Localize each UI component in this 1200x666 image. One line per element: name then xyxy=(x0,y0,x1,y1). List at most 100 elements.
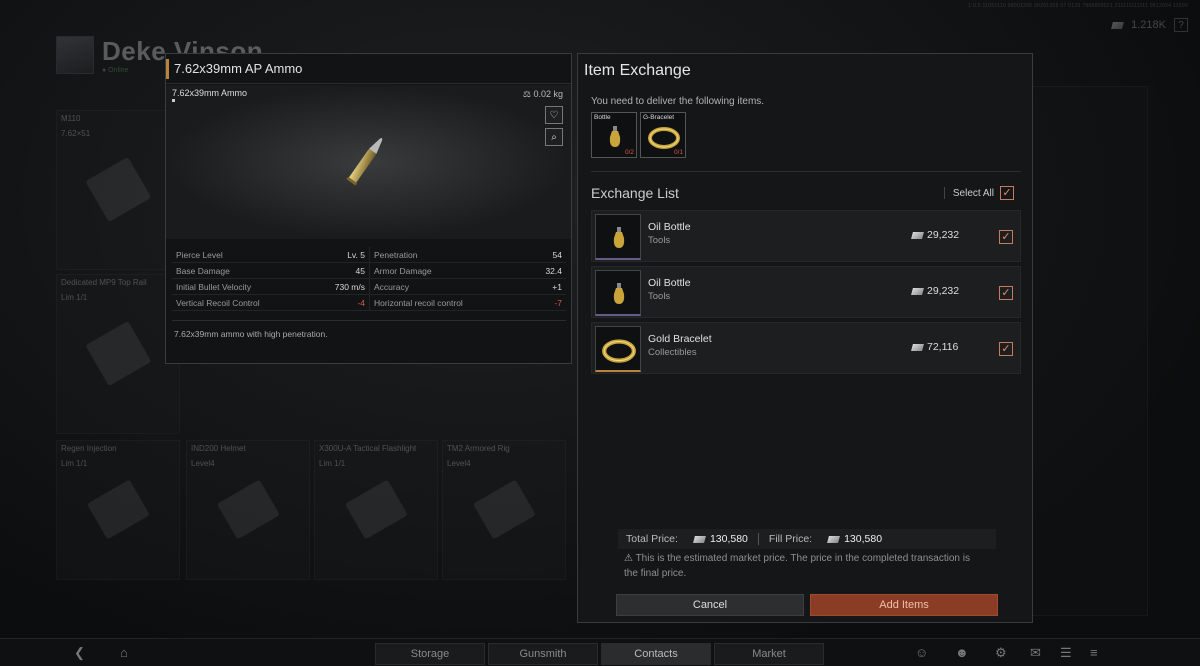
cash-icon xyxy=(911,287,924,295)
row-thumbnail xyxy=(595,270,641,316)
home-icon[interactable]: ⌂ xyxy=(120,645,128,660)
row-checkbox[interactable]: ✓ xyxy=(999,342,1013,356)
slot-sub: 7.62×51 xyxy=(61,129,91,138)
flashlight-icon xyxy=(344,479,408,541)
inventory-column xyxy=(1032,86,1148,616)
item-exchange-panel: Item Exchange You need to deliver the fo… xyxy=(577,53,1033,623)
warning-icon: ⚠ xyxy=(624,553,636,564)
exchange-list-title: Exchange List xyxy=(591,185,679,201)
required-item[interactable]: Bottle 0/2 xyxy=(591,112,637,158)
chat-icon[interactable]: ☰ xyxy=(1060,645,1072,661)
loadout-slot[interactable]: Dedicated MP9 Top Rail Lim 1/1 xyxy=(56,274,180,434)
rail-icon xyxy=(85,321,151,387)
item-header: 7.62x39mm AP Ammo xyxy=(166,54,571,84)
mail-icon[interactable]: ✉ xyxy=(1030,645,1041,661)
slot-name: X300U-A Tactical Flashlight xyxy=(319,444,417,453)
ammo-icon xyxy=(346,138,383,186)
cash-icon xyxy=(692,535,706,543)
helmet-icon xyxy=(216,479,280,541)
tab-gunsmith[interactable]: Gunsmith xyxy=(488,643,598,665)
tab-storage[interactable]: Storage xyxy=(375,643,485,665)
loadout-slot[interactable]: TM2 Armored Rig Level4 xyxy=(442,440,566,580)
tab-contacts[interactable]: Contacts xyxy=(601,643,711,665)
stat-value: +1 xyxy=(552,281,562,292)
exchange-row[interactable]: Gold Bracelet Collectibles 72,116 ✓ xyxy=(591,322,1021,374)
required-item[interactable]: G-Bracelet 0/1 xyxy=(640,112,686,158)
stat-label: Horizontal recoil control xyxy=(374,297,463,308)
row-item-category: Tools xyxy=(648,291,671,302)
stat-value: -4 xyxy=(357,297,365,308)
add-items-button[interactable]: Add Items xyxy=(810,594,998,616)
row-checkbox[interactable]: ✓ xyxy=(999,286,1013,300)
friends-icon[interactable]: ☺ xyxy=(915,645,928,660)
bracelet-icon xyxy=(602,339,636,363)
menu-icon[interactable]: ≡ xyxy=(1090,645,1098,660)
favorite-button[interactable]: ♡ xyxy=(545,106,563,124)
bottle-icon xyxy=(609,126,621,147)
required-item-name: Bottle xyxy=(594,114,611,121)
row-price: 29,232 xyxy=(911,229,960,241)
row-item-category: Collectibles xyxy=(648,347,697,358)
loadout-slot[interactable]: IND200 Helmet Level4 xyxy=(186,440,310,580)
exchange-row[interactable]: Oil Bottle Tools 29,232 ✓ xyxy=(591,266,1021,318)
fill-price-label: Fill Price: xyxy=(768,533,813,545)
row-price-value: 72,116 xyxy=(927,341,959,353)
divider xyxy=(172,320,566,321)
loadout-slot[interactable]: Regen Injection Lim 1/1 xyxy=(56,440,180,580)
row-price-value: 29,232 xyxy=(927,229,960,241)
loadout-slot[interactable]: M110 7.62×51 xyxy=(56,110,180,270)
row-price: 29,232 xyxy=(911,285,960,297)
injector-icon xyxy=(86,479,150,541)
cash-icon xyxy=(827,535,841,543)
stat-value: 45 xyxy=(355,265,365,276)
weight-value: 0.02 kg xyxy=(533,89,563,99)
item-preview: 7.62x39mm Ammo ⚖ 0.02 kg ♡ ⌕ xyxy=(166,85,571,239)
row-thumbnail xyxy=(595,214,641,260)
select-all-checkbox[interactable]: ✓ xyxy=(1000,186,1014,200)
stat-value: 54 xyxy=(552,249,562,260)
bottom-nav: ❮ ⌂ Storage Gunsmith Contacts Market ☺ ☻… xyxy=(0,638,1200,666)
stat-value: -7 xyxy=(554,297,562,308)
currency-amount: 1.218K xyxy=(1131,19,1166,31)
stat-label: Penetration xyxy=(374,249,418,260)
party-icon[interactable]: ☻ xyxy=(955,645,969,660)
slot-sub: Lim 1/1 xyxy=(61,459,88,468)
select-all[interactable]: Select All ✓ xyxy=(943,186,1014,200)
stat-row: Initial Bullet Velocity 730 m/s Accuracy +… xyxy=(172,279,566,295)
stat-value: 730 m/s xyxy=(334,281,365,292)
row-price-value: 29,232 xyxy=(927,285,960,297)
item-weight: ⚖ 0.02 kg xyxy=(522,89,563,99)
slot-name: M110 xyxy=(61,114,81,123)
item-detail-panel: 7.62x39mm AP Ammo 7.62x39mm Ammo ⚖ 0.02 … xyxy=(165,53,572,364)
cash-icon xyxy=(911,343,924,351)
item-title: 7.62x39mm AP Ammo xyxy=(174,61,303,76)
stat-label: Pierce Level xyxy=(176,249,223,260)
stat-label: Initial Bullet Velocity xyxy=(176,281,252,292)
item-stats: Pierce Level Lv. 5 Penetration 54 Base Dam… xyxy=(172,247,566,311)
item-view-name: 7.62x39mm Ammo xyxy=(172,88,248,98)
stat-row: Base Damage 45 Armor Damage 32.4 xyxy=(172,263,566,279)
build-string: 1.0.0.11051110 08001205 00201205 07 0120… xyxy=(968,3,1188,9)
total-price-label: Total Price: xyxy=(626,533,678,545)
help-button[interactable]: ? xyxy=(1174,18,1188,32)
total-price: 130,580 xyxy=(692,533,748,545)
loadout-slot[interactable]: X300U-A Tactical Flashlight Lim 1/1 xyxy=(314,440,438,580)
exchange-title: Item Exchange xyxy=(584,62,691,79)
cash-icon xyxy=(911,231,924,239)
row-item-name: Gold Bracelet xyxy=(648,333,712,345)
stat-label: Vertical Recoil Control xyxy=(176,297,260,308)
fill-price-value: 130,580 xyxy=(844,533,883,545)
cancel-button[interactable]: Cancel xyxy=(616,594,804,616)
stat-label: Base Damage xyxy=(176,265,230,276)
inspect-button[interactable]: ⌕ xyxy=(545,128,563,146)
tab-market[interactable]: Market xyxy=(714,643,824,665)
exchange-row[interactable]: Oil Bottle Tools 29,232 ✓ xyxy=(591,210,1021,262)
topbar-currency: 1.218K ? xyxy=(1111,18,1188,32)
divider xyxy=(757,533,759,545)
back-icon[interactable]: ❮ xyxy=(74,645,85,661)
row-checkbox[interactable]: ✓ xyxy=(999,230,1013,244)
slot-name: Dedicated MP9 Top Rail xyxy=(61,278,147,287)
settings-icon[interactable]: ⚙ xyxy=(995,645,1007,661)
stat-row: Pierce Level Lv. 5 Penetration 54 xyxy=(172,247,566,263)
price-notice: ⚠ This is the estimated market price. Th… xyxy=(624,551,984,581)
